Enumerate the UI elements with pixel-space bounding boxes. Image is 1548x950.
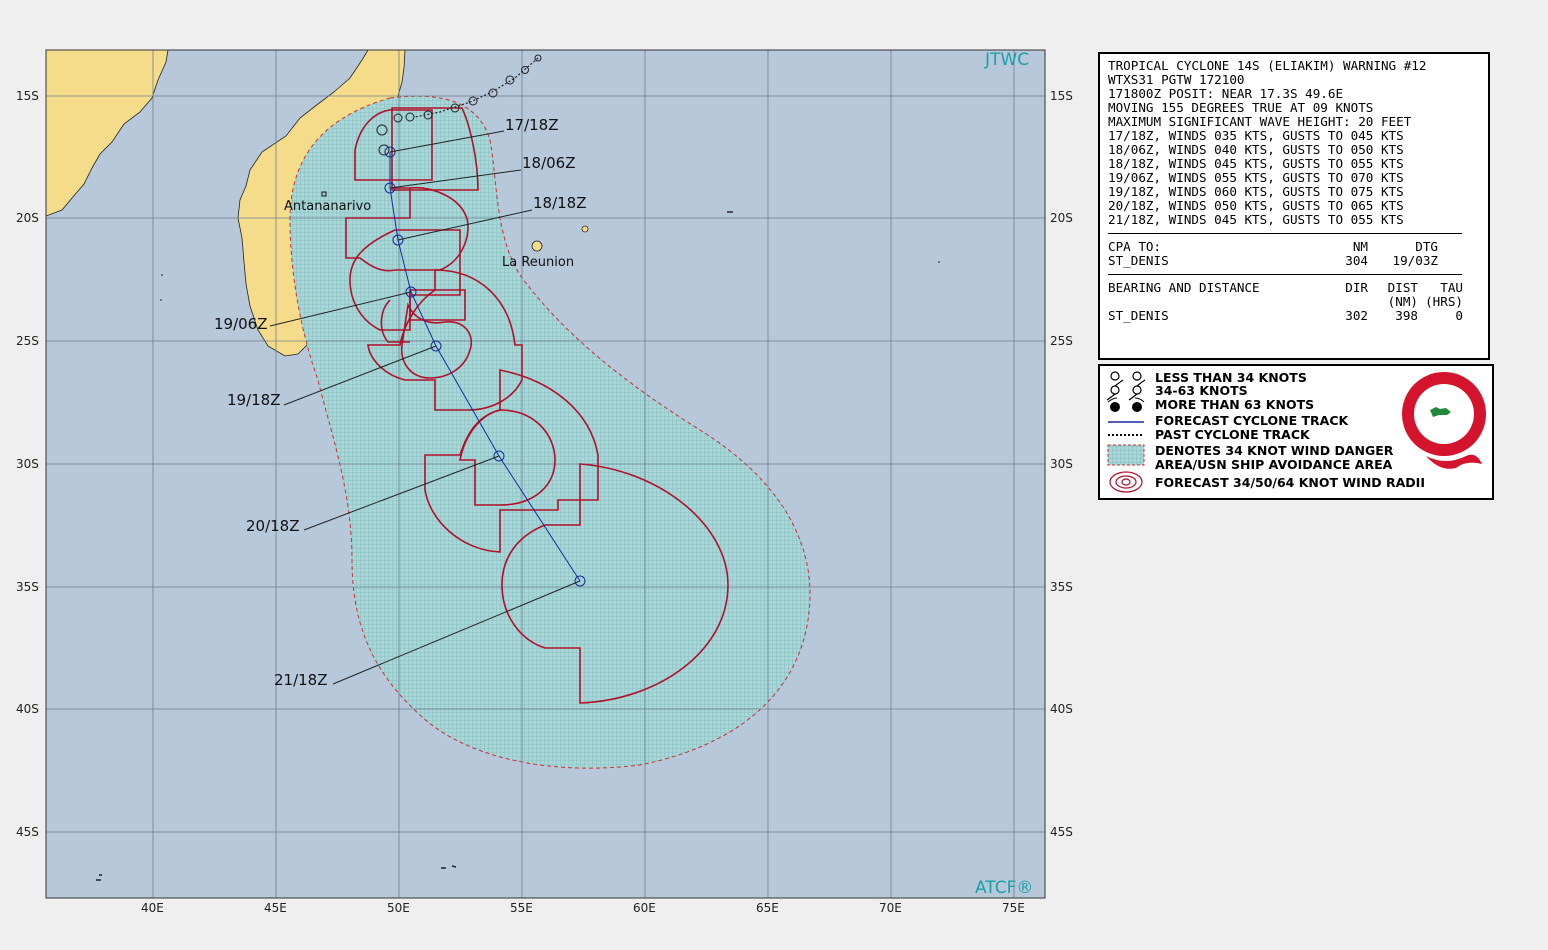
mauritius-island: [581, 225, 589, 233]
legend-item-forecast-track: FORECAST CYCLONE TRACK: [1155, 413, 1349, 428]
warning-line: 171800Z POSIT: NEAR 17.3S 49.6E: [1108, 86, 1344, 101]
jtwc-seal-logo: [1402, 372, 1486, 469]
forecast-label: 18/18Z: [533, 194, 587, 212]
lon-label: 75E: [1002, 901, 1025, 915]
warning-line: MOVING 155 DEGREES TRUE AT 09 KNOTS: [1108, 100, 1374, 115]
lon-label: 70E: [879, 901, 902, 915]
bearing-tau-header: TAU: [1440, 280, 1463, 295]
jtwc-brand: JTWC: [984, 50, 1029, 70]
lat-label-left: 20S: [16, 211, 39, 225]
warning-line: 19/06Z, WINDS 055 KTS, GUSTS TO 070 KTS: [1108, 170, 1404, 185]
bearing-dir-header: DIR: [1345, 280, 1368, 295]
lat-label-left: 40S: [16, 702, 39, 716]
warning-line: 21/18Z, WINDS 045 KTS, GUSTS TO 055 KTS: [1108, 212, 1404, 227]
cpa-nm-header: NM: [1352, 239, 1368, 254]
legend-item-avoidance-area: AREA/USN SHIP AVOIDANCE AREA: [1155, 457, 1393, 472]
forecast-label: 18/06Z: [522, 154, 576, 172]
warning-title: TROPICAL CYCLONE 14S (ELIAKIM) WARNING #…: [1108, 58, 1427, 73]
lat-label-right: 15S: [1050, 89, 1073, 103]
warning-line: 20/18Z, WINDS 050 KTS, GUSTS TO 065 KTS: [1108, 198, 1404, 213]
cpa-dtg: 19/03Z: [1392, 253, 1439, 268]
lat-label-right: 25S: [1050, 334, 1073, 348]
lat-label-left: 45S: [16, 825, 39, 839]
lon-label: 55E: [510, 901, 533, 915]
lat-label-left: 35S: [16, 580, 39, 594]
lat-label-right: 20S: [1050, 211, 1073, 225]
bearing-tau-unit: (HRS): [1425, 294, 1463, 309]
reunion-island: [531, 240, 543, 252]
warning-line: 19/18Z, WINDS 060 KTS, GUSTS TO 075 KTS: [1108, 184, 1404, 199]
lon-label: 60E: [633, 901, 656, 915]
legend-item-danger-area: DENOTES 34 KNOT WIND DANGER: [1155, 443, 1394, 458]
legend-item-34-63: 34-63 KNOTS: [1155, 383, 1248, 398]
lat-label-right: 40S: [1050, 702, 1073, 716]
lat-label-right: 35S: [1050, 580, 1073, 594]
forecast-label: 19/06Z: [214, 315, 268, 333]
warning-line: MAXIMUM SIGNIFICANT WAVE HEIGHT: 20 FEET: [1108, 114, 1412, 129]
legend-item-past-track: PAST CYCLONE TRACK: [1155, 427, 1310, 442]
cpa-header: CPA TO: NM DTG: [1108, 240, 1480, 254]
atcf-brand: ATCF®: [975, 878, 1033, 898]
divider: [1108, 274, 1462, 275]
bearing-dist-header: DIST: [1387, 280, 1418, 295]
bearing-dist: 398: [1395, 308, 1418, 323]
lon-label: 45E: [264, 901, 287, 915]
warning-line: 18/18Z, WINDS 045 KTS, GUSTS TO 055 KTS: [1108, 156, 1404, 171]
city-label-antananarivo: Antananarivo: [284, 199, 371, 214]
legend-box: LESS THAN 34 KNOTS 34-63 KNOTS MORE THAN…: [1098, 364, 1494, 500]
forecast-label: 20/18Z: [246, 517, 300, 535]
bearing-row: ST_DENIS 302 398 0: [1108, 309, 1480, 323]
bearing-tau: 0: [1455, 308, 1463, 323]
legend-item-wind-radii: FORECAST 34/50/64 KNOT WIND RADII: [1155, 475, 1425, 490]
cpa-row: ST_DENIS 304 19/03Z: [1108, 254, 1480, 268]
legend-item-more-than-63: MORE THAN 63 KNOTS: [1155, 397, 1315, 412]
bearing-header: BEARING AND DISTANCE DIR DIST TAU: [1108, 281, 1480, 295]
bearing-title: BEARING AND DISTANCE: [1108, 280, 1260, 295]
city-label-la-reunion: La Reunion: [502, 255, 574, 270]
forecast-label: 17/18Z: [505, 116, 559, 134]
forecast-label: 21/18Z: [274, 671, 328, 689]
lat-label-right: 45S: [1050, 825, 1073, 839]
forecast-label: 19/18Z: [227, 391, 281, 409]
cpa-place: ST_DENIS: [1108, 253, 1169, 268]
cyclone-track-map: JTWC ATCF® 40E 45E 50E 55E 60E 65E 70E 7…: [16, 49, 1073, 915]
warning-text-box: TROPICAL CYCLONE 14S (ELIAKIM) WARNING #…: [1098, 52, 1490, 360]
cpa-title: CPA TO:: [1108, 239, 1162, 254]
divider: [1108, 233, 1462, 234]
lon-label: 50E: [387, 901, 410, 915]
lat-label-right: 30S: [1050, 457, 1073, 471]
bearing-units: (NM) (HRS): [1108, 295, 1480, 309]
lat-label-left: 25S: [16, 334, 39, 348]
warning-line: WTXS31 PGTW 172100: [1108, 72, 1245, 87]
bearing-dir: 302: [1345, 308, 1368, 323]
bearing-place: ST_DENIS: [1108, 308, 1169, 323]
bearing-dist-unit: (NM): [1387, 294, 1418, 309]
lat-label-left: 15S: [16, 89, 39, 103]
warning-line: 17/18Z, WINDS 035 KTS, GUSTS TO 045 KTS: [1108, 128, 1404, 143]
warning-line: 18/06Z, WINDS 040 KTS, GUSTS TO 050 KTS: [1108, 142, 1404, 157]
lat-label-left: 30S: [16, 457, 39, 471]
lon-label: 65E: [756, 901, 779, 915]
lon-label: 40E: [141, 901, 164, 915]
cpa-nm: 304: [1345, 253, 1368, 268]
cpa-dtg-header: DTG: [1415, 239, 1438, 254]
